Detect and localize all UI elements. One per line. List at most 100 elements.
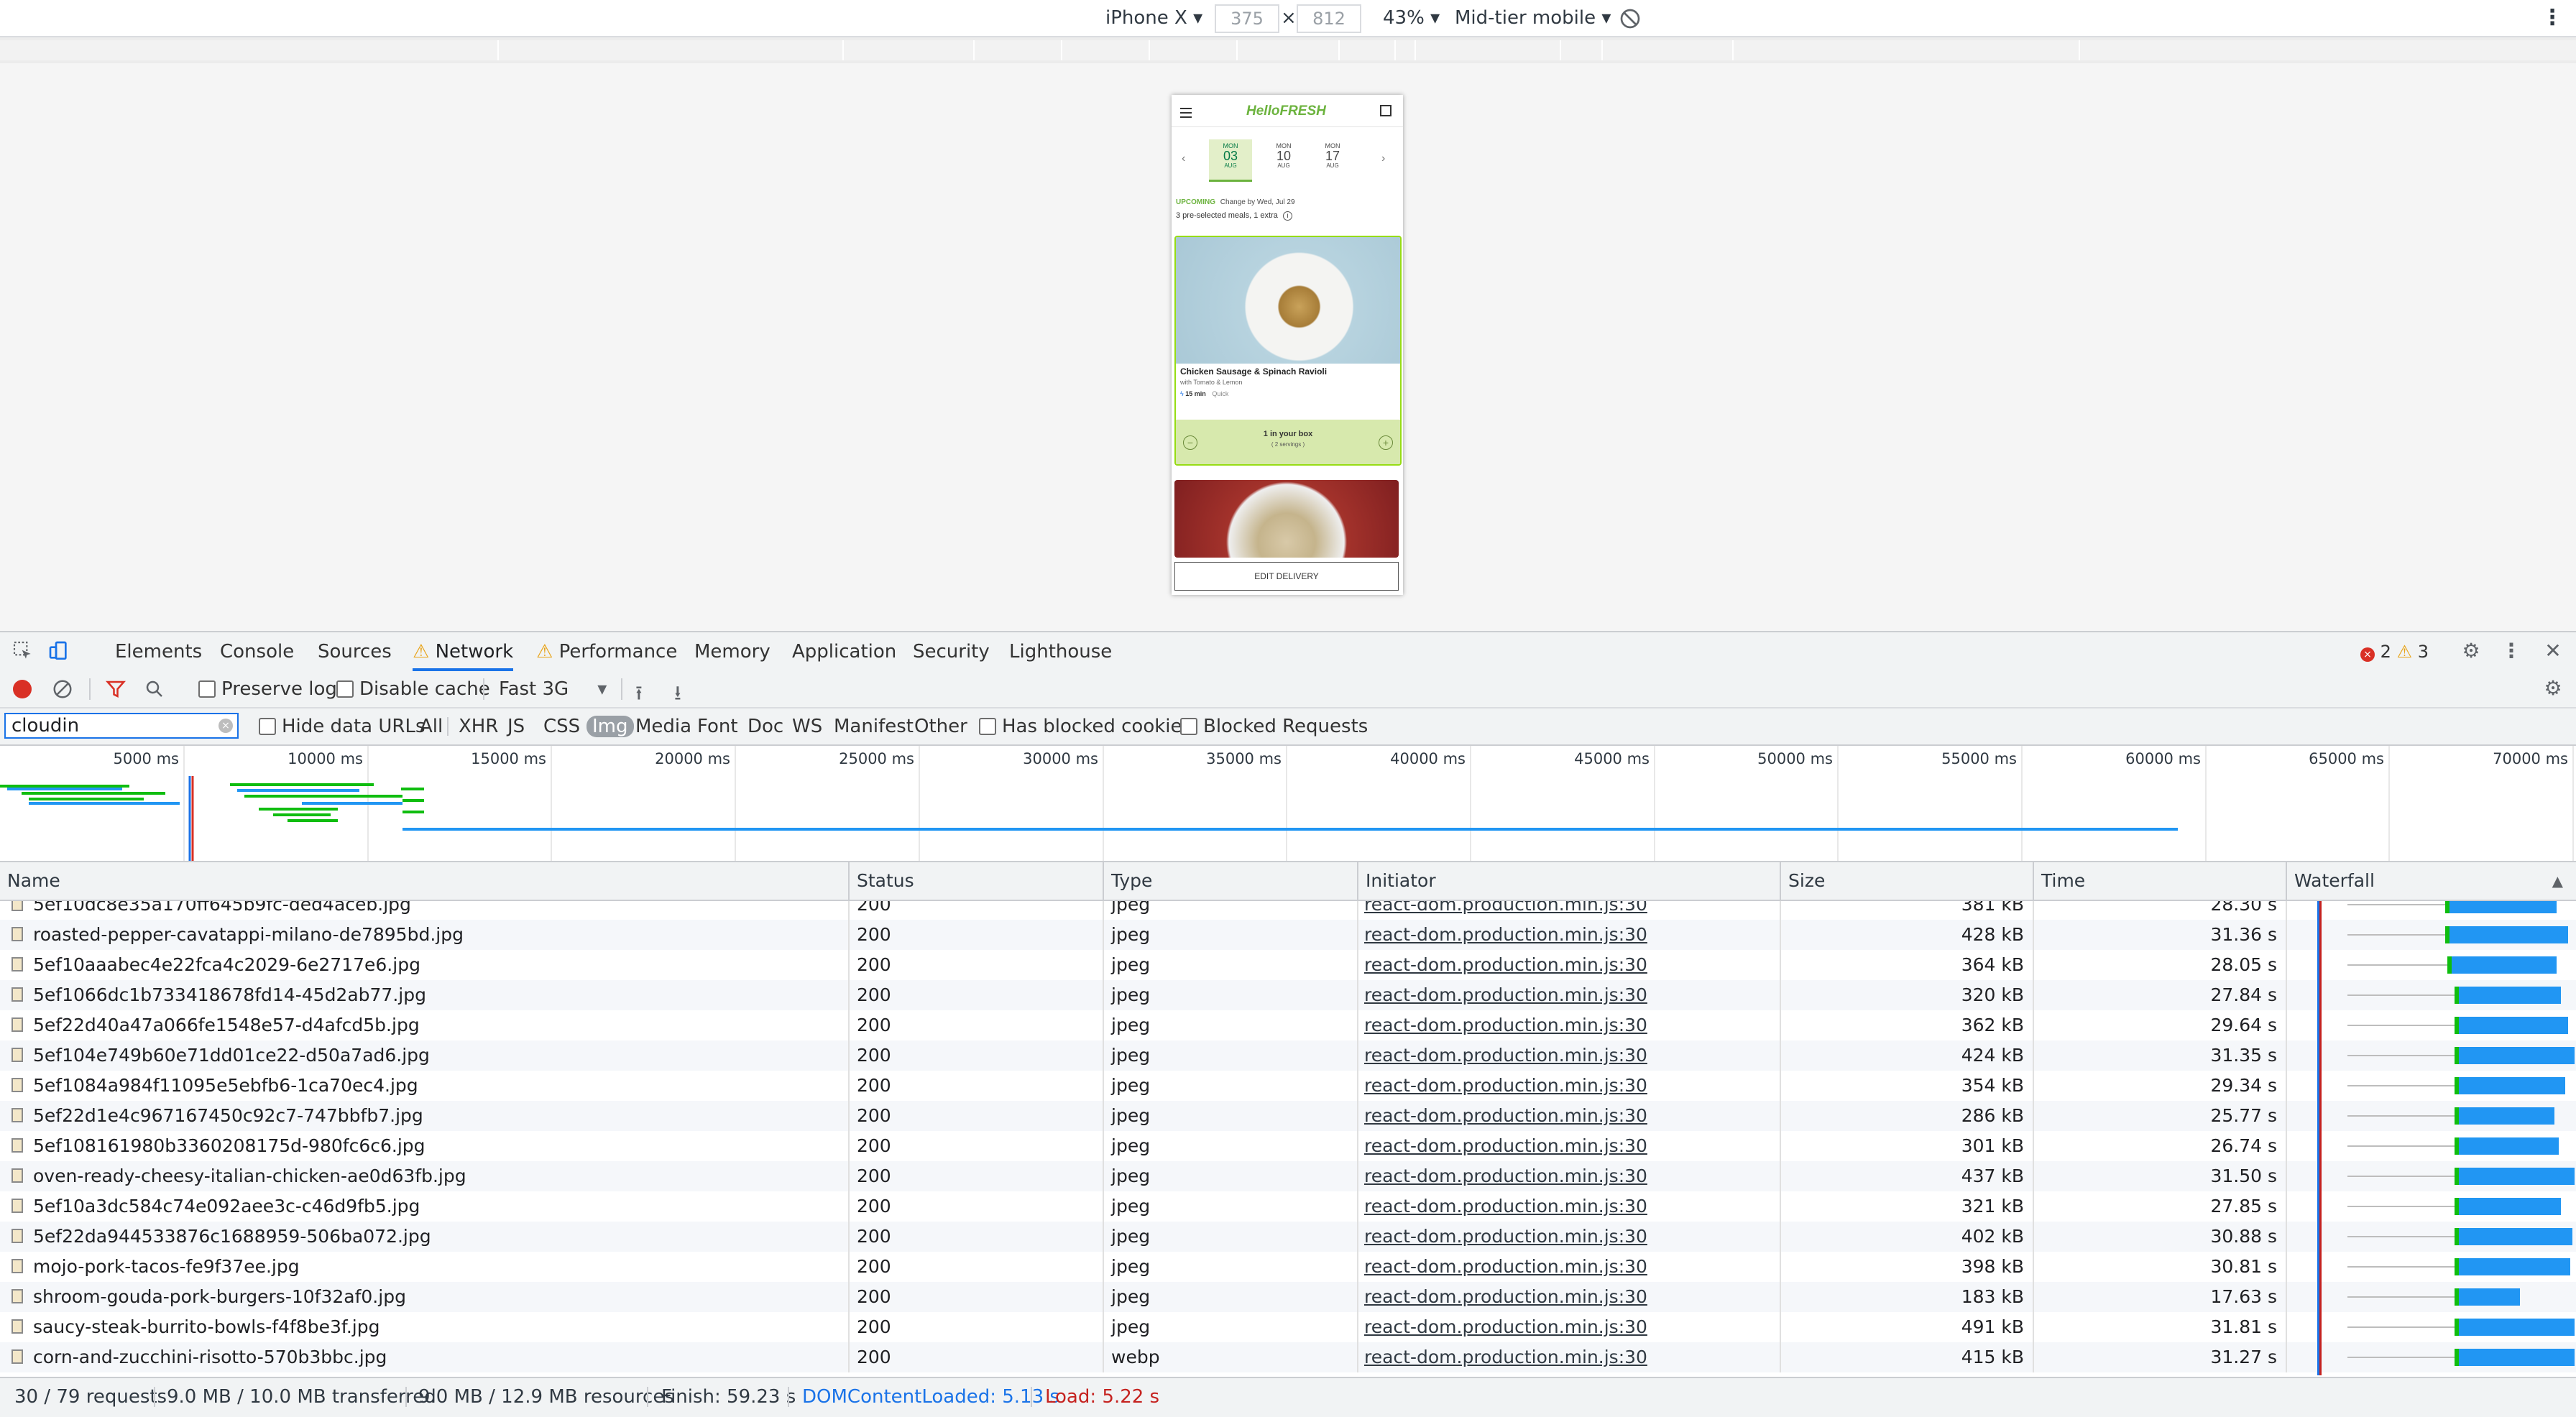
recipe-card[interactable]: Chicken Sausage & Spinach Ravioli with T… [1174,236,1402,466]
edit-delivery-button[interactable]: EDIT DELIVERY [1174,562,1399,591]
table-row[interactable]: shroom-gouda-pork-burgers-10f32af0.jpg 20… [0,1282,2576,1312]
initiator-link[interactable]: react-dom.production.min.js:30 [1358,1161,1781,1191]
waterfall-download-bar[interactable] [2458,1017,2568,1034]
table-row[interactable]: 5ef1066dc1b733418678fd14-45d2ab77.jpg 200… [0,980,2576,1010]
date-tab-17[interactable]: MON 17 AUG [1311,139,1354,180]
initiator-link[interactable]: react-dom.production.min.js:30 [1358,1071,1781,1101]
request-name-cell[interactable]: 5ef10dc8e35a170ff645b9fc-ded4aceb.jpg [0,901,850,920]
column-status[interactable]: Status [850,862,1104,900]
request-name-cell[interactable]: 5ef10a3dc584c74e092aee3c-c46d9fb5.jpg [0,1191,850,1222]
initiator-link[interactable]: react-dom.production.min.js:30 [1358,1010,1781,1040]
waterfall-download-bar[interactable] [2458,1288,2521,1306]
type-filter-css[interactable]: CSS [543,708,580,744]
waterfall-download-bar[interactable] [2458,1137,2559,1155]
waterfall-download-bar[interactable] [2449,901,2557,913]
waterfall-download-bar[interactable] [2458,1228,2572,1245]
initiator-link[interactable]: react-dom.production.min.js:30 [1358,1040,1781,1071]
type-filter-other[interactable]: Other [914,708,967,744]
has-blocked-cookies-checkbox[interactable]: Has blocked cookies [979,708,1192,744]
hide-data-urls-checkbox[interactable]: Hide data URLs [259,708,426,744]
more-vert-icon[interactable]: ⋮ [2498,638,2524,664]
date-tab-03[interactable]: MON 03 AUG [1209,139,1252,182]
initiator-link[interactable]: react-dom.production.min.js:30 [1358,1282,1781,1312]
column-name[interactable]: Name [0,862,850,900]
initiator-link[interactable]: react-dom.production.min.js:30 [1358,1131,1781,1161]
network-settings-gear-icon[interactable]: ⚙ [2540,675,2566,701]
table-row[interactable]: 5ef108161980b3360208175d-980fc6c6.jpg 200… [0,1131,2576,1161]
table-row[interactable]: 5ef1084a984f11095e5ebfb6-1ca70ec4.jpg 200… [0,1071,2576,1101]
table-row[interactable]: corn-and-zucchini-risotto-570b3bbc.jpg 20… [0,1342,2576,1372]
filter-icon[interactable] [105,678,126,703]
chevron-left-icon[interactable]: ‹ [1182,152,1185,165]
request-name-cell[interactable]: roasted-pepper-cavatappi-milano-de7895bd… [0,920,850,950]
request-name-cell[interactable]: 5ef22d1e4c967167450c92c7-747bbfb7.jpg [0,1101,850,1131]
network-overview[interactable]: 5000 ms 10000 ms 15000 ms 20000 ms 25000 ms 3… [0,746,2576,862]
hellofresh-logo[interactable]: HelloFRESH [1246,103,1326,119]
more-vert-icon[interactable]: ⋮ [2542,0,2563,36]
chevron-right-icon[interactable]: › [1381,152,1385,165]
tab-elements[interactable]: Elements [115,632,202,671]
waterfall-download-bar[interactable] [2458,1107,2554,1125]
request-name-cell[interactable]: corn-and-zucchini-risotto-570b3bbc.jpg [0,1342,850,1372]
issues-counter[interactable]: × 2 ⚠ 3 [2360,632,2429,671]
device-toggle-icon[interactable] [47,640,70,663]
table-row[interactable]: 5ef104e749b60e71dd01ce22-d50a7ad6.jpg 200… [0,1040,2576,1071]
initiator-link[interactable]: react-dom.production.min.js:30 [1358,1101,1781,1131]
search-icon[interactable] [144,678,165,703]
table-row[interactable]: 5ef22d40a47a066fe1548e57-d4afcd5b.jpg 200… [0,1010,2576,1040]
waterfall-download-bar[interactable] [2458,1258,2570,1275]
column-waterfall[interactable]: Waterfall ▲ [2287,862,2576,900]
table-row[interactable]: 5ef22d1e4c967167450c92c7-747bbfb7.jpg 200… [0,1101,2576,1131]
type-filter-manifest[interactable]: Manifest [834,708,914,744]
type-filter-all[interactable]: All [420,708,443,744]
request-name-cell[interactable]: 5ef1066dc1b733418678fd14-45d2ab77.jpg [0,980,850,1010]
request-name-cell[interactable]: 5ef1084a984f11095e5ebfb6-1ca70ec4.jpg [0,1071,850,1101]
table-row[interactable]: 5ef10a3dc584c74e092aee3c-c46d9fb5.jpg 200… [0,1191,2576,1222]
initiator-link[interactable]: react-dom.production.min.js:30 [1358,1342,1781,1372]
blocked-requests-checkbox[interactable]: Blocked Requests [1180,708,1368,744]
request-name-cell[interactable]: 5ef104e749b60e71dd01ce22-d50a7ad6.jpg [0,1040,850,1071]
type-filter-img[interactable]: Img [586,716,634,737]
tab-memory[interactable]: Memory [694,632,770,671]
waterfall-download-bar[interactable] [2449,926,2568,943]
tab-lighthouse[interactable]: Lighthouse [1009,632,1112,671]
info-icon[interactable]: i [1282,211,1292,221]
waterfall-download-bar[interactable] [2458,1047,2575,1064]
initiator-link[interactable]: react-dom.production.min.js:30 [1358,950,1781,980]
initiator-link[interactable]: react-dom.production.min.js:30 [1358,1191,1781,1222]
initiator-link[interactable]: react-dom.production.min.js:30 [1358,920,1781,950]
gift-icon[interactable] [1380,105,1392,116]
column-type[interactable]: Type [1104,862,1358,900]
tab-performance[interactable]: ⚠ Performance [536,632,677,671]
request-name-cell[interactable]: shroom-gouda-pork-burgers-10f32af0.jpg [0,1282,850,1312]
column-size[interactable]: Size [1781,862,2034,900]
table-row[interactable]: 5ef10dc8e35a170ff645b9fc-ded4aceb.jpg 200… [0,901,2576,920]
table-row[interactable]: saucy-steak-burrito-bowls-f4f8be3f.jpg 20… [0,1312,2576,1342]
tab-security[interactable]: Security [913,632,990,671]
recipe-image-2[interactable] [1174,480,1399,558]
waterfall-download-bar[interactable] [2458,987,2562,1004]
request-name-cell[interactable]: 5ef22da944533876c1688959-506ba072.jpg [0,1222,850,1252]
waterfall-download-bar[interactable] [2458,1198,2562,1215]
request-name-cell[interactable]: 5ef22d40a47a066fe1548e57-d4afcd5b.jpg [0,1010,850,1040]
zoom-select[interactable]: 43% ▾ [1383,0,1440,36]
device-select[interactable]: iPhone X ▾ [1105,0,1202,36]
request-name-cell[interactable]: saucy-steak-burrito-bowls-f4f8be3f.jpg [0,1312,850,1342]
initiator-link[interactable]: react-dom.production.min.js:30 [1358,901,1781,920]
hamburger-menu-icon[interactable] [1180,108,1192,118]
type-filter-media[interactable]: Media [635,708,691,744]
waterfall-download-bar[interactable] [2458,1349,2575,1366]
table-row[interactable]: mojo-pork-tacos-fe9f37ee.jpg 200 jpeg react… [0,1252,2576,1282]
record-icon[interactable] [13,680,32,698]
tab-console[interactable]: Console [220,632,294,671]
tab-sources[interactable]: Sources [318,632,392,671]
tab-application[interactable]: Application [792,632,896,671]
tab-network[interactable]: ⚠ Network [413,632,514,671]
type-filter-xhr[interactable]: XHR [459,708,498,744]
initiator-link[interactable]: react-dom.production.min.js:30 [1358,980,1781,1010]
type-filter-js[interactable]: JS [507,708,525,744]
filter-input[interactable]: cloudin × [4,713,239,739]
table-row[interactable]: 5ef10aaabec4e22fca4c2029-6e2717e6.jpg 200… [0,950,2576,980]
request-name-cell[interactable]: mojo-pork-tacos-fe9f37ee.jpg [0,1252,850,1282]
table-row[interactable]: oven-ready-cheesy-italian-chicken-ae0d63… [0,1161,2576,1191]
